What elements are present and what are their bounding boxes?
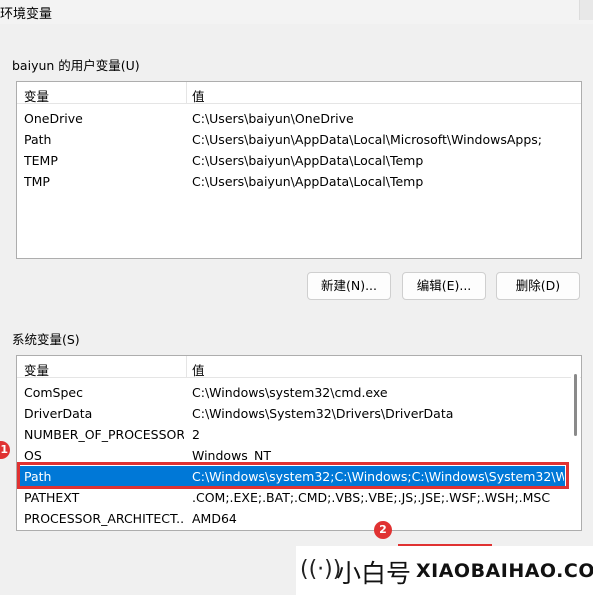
system-var-row[interactable]: PROCESSOR_ARCHITECT... AMD64 bbox=[17, 508, 572, 529]
system-vars-label: 系统变量(S) bbox=[12, 332, 80, 347]
var-value: 2 bbox=[192, 427, 200, 442]
var-name: OS bbox=[24, 448, 42, 463]
col-header-value[interactable]: 值 bbox=[192, 360, 205, 379]
user-var-row[interactable]: TMP C:\Users\baiyun\AppData\Local\Temp bbox=[17, 171, 581, 192]
var-value: C:\Windows\system32\cmd.exe bbox=[192, 385, 388, 400]
user-var-row[interactable]: Path C:\Users\baiyun\AppData\Local\Micro… bbox=[17, 129, 581, 150]
user-var-row[interactable]: TEMP C:\Users\baiyun\AppData\Local\Temp bbox=[17, 150, 581, 171]
user-vars-header: 变量 值 bbox=[17, 82, 581, 104]
var-value: C:\Users\baiyun\AppData\Local\Temp bbox=[192, 174, 424, 189]
col-header-variable[interactable]: 变量 bbox=[24, 360, 49, 379]
var-name: NUMBER_OF_PROCESSORS bbox=[24, 427, 184, 442]
var-value: Windows_NT bbox=[192, 448, 272, 463]
user-vars-list[interactable]: 变量 值 OneDrive C:\Users\baiyun\OneDrive P… bbox=[16, 81, 582, 259]
col-header-value[interactable]: 值 bbox=[192, 86, 205, 105]
var-name: TEMP bbox=[24, 153, 58, 168]
annotation-badge-1: 1 bbox=[0, 441, 10, 459]
annotation-badge-2: 2 bbox=[374, 521, 392, 539]
watermark: ((·)) 小白号 XIAOBAIHAO.COM bbox=[296, 546, 593, 595]
system-vars-list[interactable]: 变量 值 ComSpec C:\Windows\system32\cmd.exe… bbox=[16, 355, 582, 531]
col-header-variable[interactable]: 变量 bbox=[24, 86, 49, 105]
system-var-row[interactable]: NUMBER_OF_PROCESSORS 2 bbox=[17, 424, 572, 445]
var-name: Path bbox=[24, 132, 52, 147]
watermark-en: XIAOBAIHAO.COM bbox=[416, 560, 593, 582]
col-divider[interactable] bbox=[186, 356, 187, 378]
var-name: ComSpec bbox=[24, 385, 83, 400]
user-delete-button[interactable]: 删除(D) bbox=[496, 272, 580, 300]
var-value: C:\Users\baiyun\AppData\Local\Microsoft\… bbox=[192, 132, 543, 147]
var-name: TMP bbox=[24, 174, 50, 189]
var-name: DriverData bbox=[24, 406, 93, 421]
var-value: C:\Windows\System32\Drivers\DriverData bbox=[192, 406, 454, 421]
highlight-box bbox=[17, 462, 569, 489]
system-var-row[interactable]: ComSpec C:\Windows\system32\cmd.exe bbox=[17, 382, 572, 403]
title-bar: 环境变量 bbox=[0, 0, 593, 24]
watermark-cn: 小白号 bbox=[336, 559, 412, 588]
var-name: PATHEXT bbox=[24, 490, 80, 505]
user-var-row[interactable]: OneDrive C:\Users\baiyun\OneDrive bbox=[17, 108, 581, 129]
var-value: C:\Users\baiyun\AppData\Local\Temp bbox=[192, 153, 424, 168]
scroll-thumb[interactable] bbox=[574, 374, 577, 436]
window-title: 环境变量 bbox=[0, 7, 53, 22]
col-divider[interactable] bbox=[186, 82, 187, 104]
system-var-row[interactable]: DriverData C:\Windows\System32\Drivers\D… bbox=[17, 403, 572, 424]
user-vars-label: baiyun 的用户变量(U) bbox=[12, 58, 140, 73]
close-button[interactable] bbox=[579, 0, 593, 20]
var-name: OneDrive bbox=[24, 111, 83, 126]
user-new-button[interactable]: 新建(N)... bbox=[307, 272, 391, 300]
var-value: .COM;.EXE;.BAT;.CMD;.VBS;.VBE;.JS;.JSE;.… bbox=[192, 490, 551, 505]
system-vars-header: 变量 值 bbox=[17, 356, 581, 378]
var-name: PROCESSOR_ARCHITECT... bbox=[24, 511, 184, 526]
vertical-scrollbar[interactable] bbox=[571, 358, 580, 530]
var-value: C:\Users\baiyun\OneDrive bbox=[192, 111, 354, 126]
user-edit-button[interactable]: 编辑(E)... bbox=[402, 272, 486, 300]
system-var-row[interactable]: PATHEXT .COM;.EXE;.BAT;.CMD;.VBS;.VBE;.J… bbox=[17, 487, 572, 508]
